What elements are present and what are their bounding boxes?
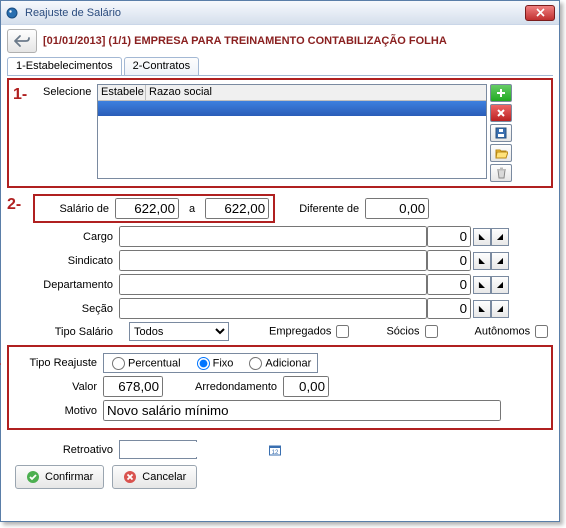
diferente-input[interactable] (365, 198, 429, 219)
window-title: Reajuste de Salário (25, 7, 525, 19)
app-icon (5, 6, 19, 20)
salario-de-label: Salário de (39, 203, 115, 215)
folder-open-icon (495, 148, 508, 159)
arredondamento-label: Arredondamento (163, 381, 283, 393)
empregados-checkbox[interactable] (336, 325, 349, 338)
secao-lookup-left[interactable]: ◣ (473, 300, 491, 318)
sindicato-lookup-left[interactable]: ◣ (473, 252, 491, 270)
empregados-label[interactable]: Empregados (269, 325, 352, 338)
calendar-icon: 12 (268, 443, 282, 457)
tipo-salario-select[interactable]: Todos (129, 322, 229, 341)
tipo-reajuste-label: Tipo Reajuste (13, 357, 103, 369)
departamento-lookup-left[interactable]: ◣ (473, 276, 491, 294)
departamento-input[interactable] (119, 274, 427, 295)
percentual-option[interactable]: Percentual (110, 357, 181, 370)
step2-label: 2- (7, 196, 21, 214)
secao-lookup-right[interactable]: ◢ (491, 300, 509, 318)
step1-label: 1- (13, 86, 27, 104)
secao-code-input[interactable] (427, 298, 471, 319)
delete-row-button[interactable] (490, 104, 512, 122)
step3-box: 3- Tipo Reajuste Percentual Fixo Adicion… (7, 345, 553, 430)
back-arrow-icon (13, 34, 31, 48)
departamento-lookup-right[interactable]: ◢ (491, 276, 509, 294)
salary-range-box: Salário de a (33, 194, 275, 223)
retroativo-input[interactable] (122, 442, 268, 457)
tipo-salario-label: Tipo Salário (33, 326, 119, 338)
dialog-window: Reajuste de Salário [01/01/2013] (1/1) E… (0, 0, 560, 522)
titlebar: Reajuste de Salário (1, 1, 559, 25)
confirmar-button[interactable]: Confirmar (15, 465, 104, 489)
retroativo-label: Retroativo (33, 444, 119, 456)
sindicato-label: Sindicato (33, 255, 119, 267)
sindicato-lookup-right[interactable]: ◢ (491, 252, 509, 270)
trash-button[interactable] (490, 164, 512, 182)
cargo-lookup-left[interactable]: ◣ (473, 228, 491, 246)
socios-label[interactable]: Sócios (386, 325, 440, 338)
a-label: a (179, 203, 205, 215)
close-button[interactable] (525, 5, 555, 21)
x-icon (495, 107, 507, 119)
fixo-option[interactable]: Fixo (195, 357, 234, 370)
floppy-icon (495, 127, 507, 139)
cancelar-button[interactable]: Cancelar (112, 465, 197, 489)
departamento-code-input[interactable] (427, 274, 471, 295)
grid-selected-row[interactable] (98, 101, 486, 116)
page-header: [01/01/2013] (1/1) EMPRESA PARA TREINAME… (43, 35, 447, 47)
tipo-reajuste-group: Percentual Fixo Adicionar (103, 353, 318, 373)
sindicato-input[interactable] (119, 250, 427, 271)
secao-label: Seção (33, 303, 119, 315)
cargo-label: Cargo (33, 231, 119, 243)
adicionar-radio[interactable] (249, 357, 262, 370)
selecione-label: Selecione (43, 84, 97, 98)
calendar-button[interactable]: 12 (268, 443, 282, 457)
establishments-grid[interactable]: Estabele Razao social (97, 84, 487, 179)
close-icon (536, 8, 545, 17)
salario-ate-input[interactable] (205, 198, 269, 219)
check-icon (26, 470, 40, 484)
secao-input[interactable] (119, 298, 427, 319)
autonomos-label[interactable]: Autônomos (475, 325, 552, 338)
grid-col-estabelecimento[interactable]: Estabele (98, 85, 146, 100)
motivo-label: Motivo (13, 405, 103, 417)
cargo-input[interactable] (119, 226, 427, 247)
back-button[interactable] (7, 29, 37, 53)
diferente-label: Diferente de (275, 203, 365, 215)
cargo-lookup-right[interactable]: ◢ (491, 228, 509, 246)
trash-icon (496, 167, 507, 179)
cargo-code-input[interactable] (427, 226, 471, 247)
percentual-radio[interactable] (112, 357, 125, 370)
autonomos-checkbox[interactable] (535, 325, 548, 338)
step3-label: 3- (0, 355, 1, 373)
add-row-button[interactable] (490, 84, 512, 102)
departamento-label: Departamento (33, 279, 119, 291)
tabs: 1-Estabelecimentos 2-Contratos (7, 57, 553, 76)
open-button[interactable] (490, 144, 512, 162)
plus-icon (495, 87, 507, 99)
fixo-radio[interactable] (197, 357, 210, 370)
sindicato-code-input[interactable] (427, 250, 471, 271)
valor-label: Valor (13, 381, 103, 393)
tab-estabelecimentos[interactable]: 1-Estabelecimentos (7, 57, 122, 75)
tab-contratos[interactable]: 2-Contratos (124, 57, 199, 75)
cancel-icon (123, 470, 137, 484)
grid-header: Estabele Razao social (98, 85, 486, 101)
valor-input[interactable] (103, 376, 163, 397)
retroativo-input-wrapper: 12 (119, 440, 197, 459)
arredondamento-input[interactable] (283, 376, 329, 397)
socios-checkbox[interactable] (425, 325, 438, 338)
grid-col-razao[interactable]: Razao social (146, 85, 486, 100)
salario-de-input[interactable] (115, 198, 179, 219)
svg-text:12: 12 (272, 450, 279, 456)
motivo-input[interactable] (103, 400, 501, 421)
save-button[interactable] (490, 124, 512, 142)
adicionar-option[interactable]: Adicionar (247, 357, 311, 370)
step1-box: 1- Selecione Estabele Razao social (7, 78, 553, 188)
